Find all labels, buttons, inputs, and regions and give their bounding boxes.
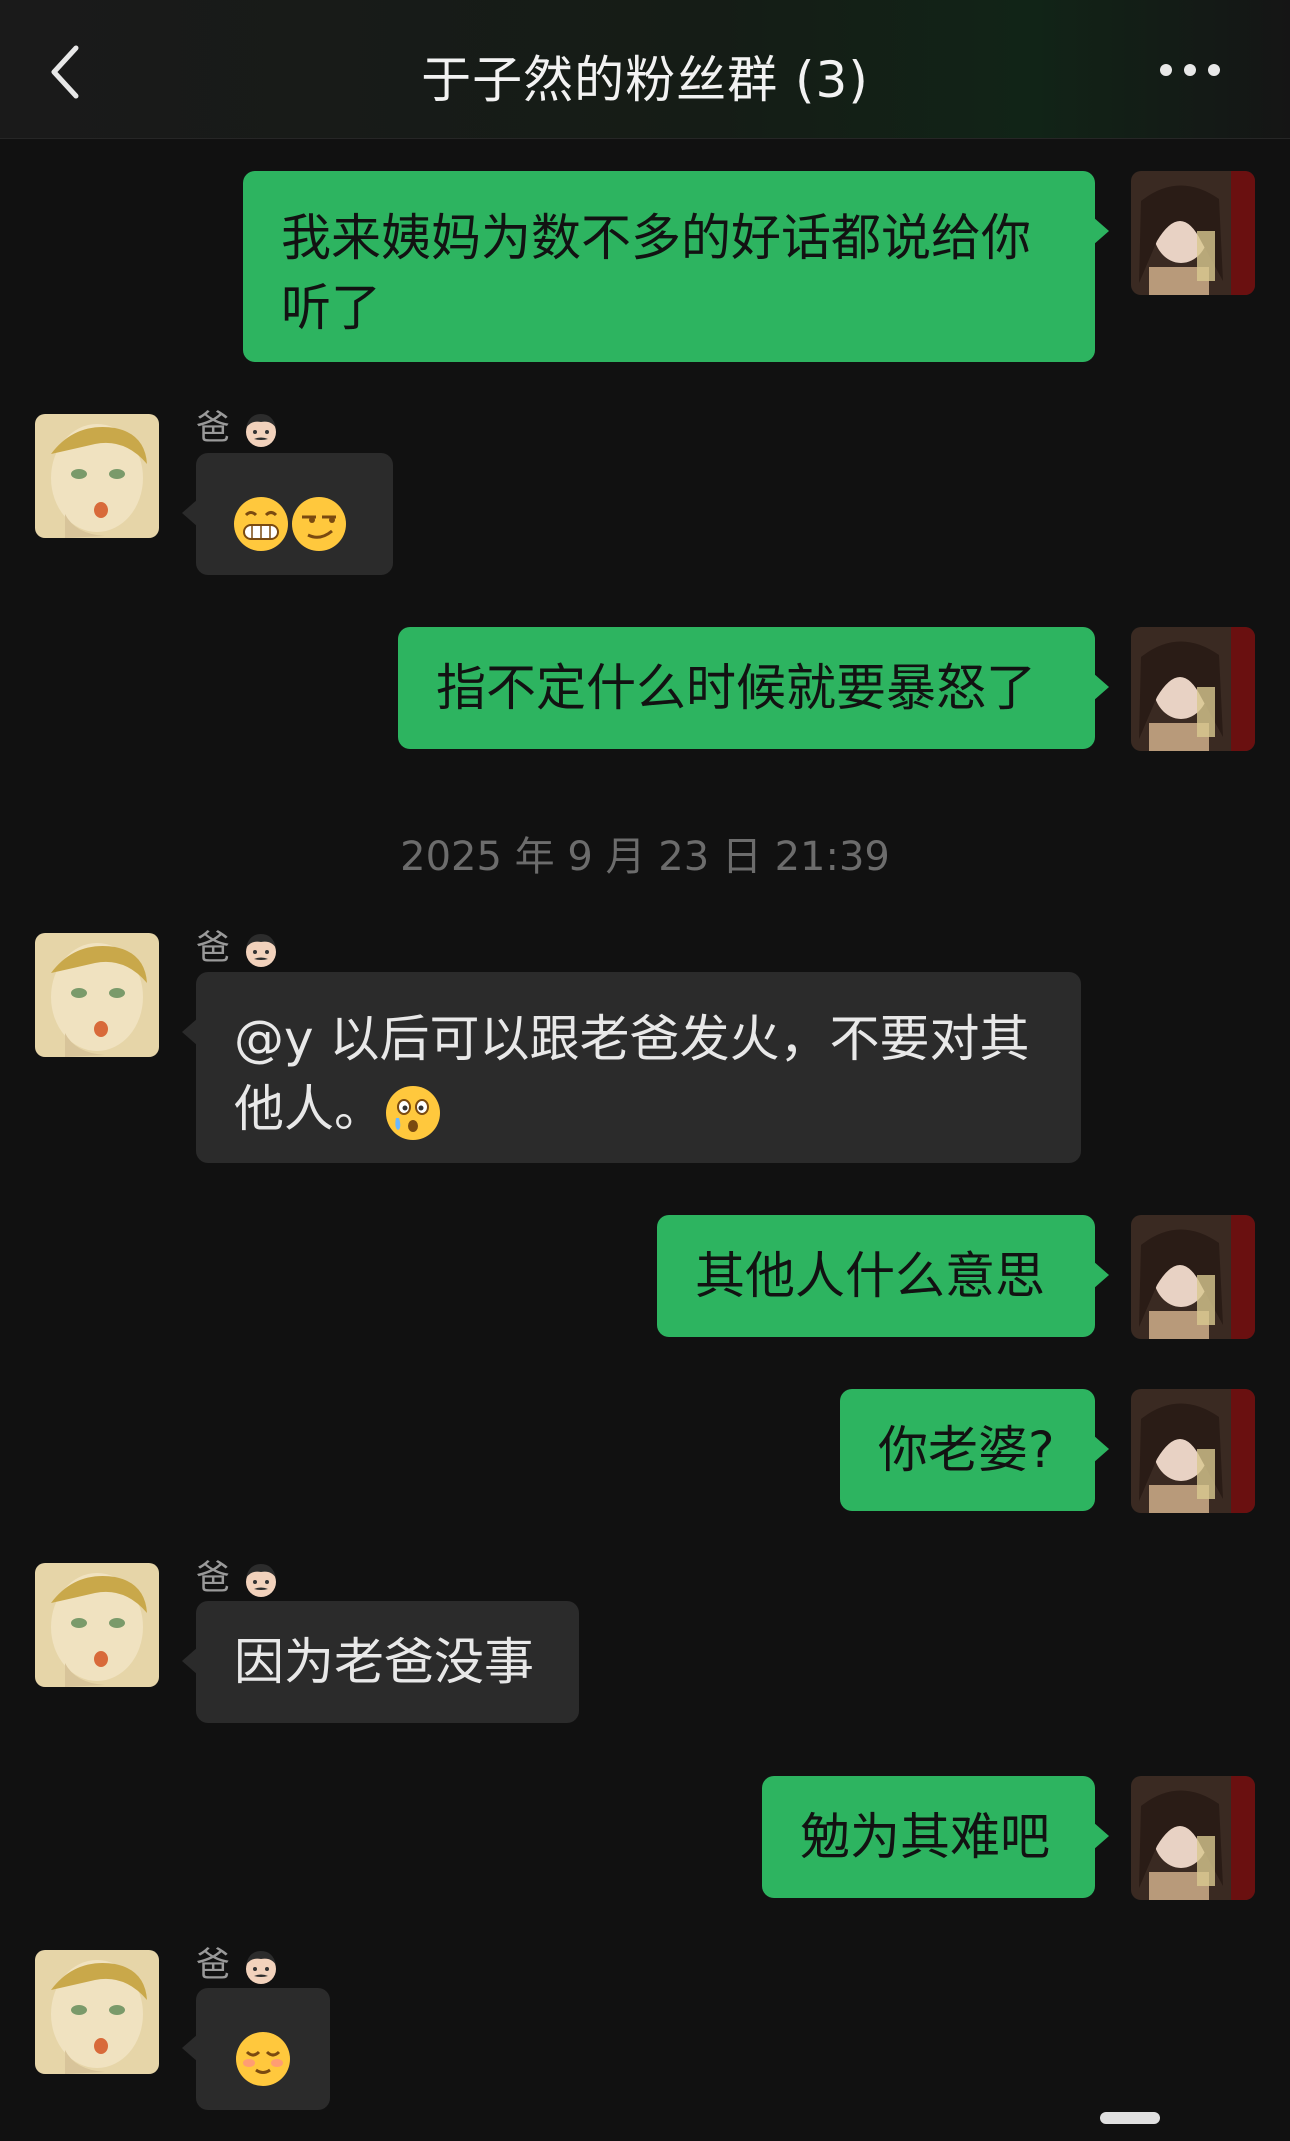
message-bubble-incoming[interactable]: 因为老爸没事 [182,1601,579,1723]
avatar-me[interactable] [1131,171,1255,295]
sender-name: 爸 [196,1937,281,1987]
message-text: 因为老爸没事 [234,1633,534,1691]
timestamp: 2025 年 9 月 23 日 21:39 [400,834,890,880]
avatar-me[interactable] [1131,627,1255,751]
blush-emoji-icon [234,2030,292,2088]
message-bubble-incoming[interactable] [182,1988,330,2110]
message-bubble-incoming[interactable] [182,453,393,575]
message-text: 我来姨妈为数不多的好话都说给你听了 [281,209,1031,337]
home-indicator[interactable] [1100,2112,1160,2124]
message-bubble-outgoing[interactable]: 你老婆? [840,1389,1109,1511]
sender-name: 爸 [196,400,281,450]
avatar-dad[interactable] [35,414,159,538]
surprised-emoji-icon [384,1084,442,1142]
message-text: @y 以后可以跟老爸发火，不要对其他人。 [234,1010,1030,1138]
chat-header: 于子然的粉丝群 (3) [0,0,1290,139]
more-dots-icon [1160,64,1220,76]
grin-emoji-icon [232,495,290,553]
message-bubble-outgoing[interactable]: 指不定什么时候就要暴怒了 [398,627,1109,749]
avatar-me[interactable] [1131,1776,1255,1900]
avatar-me[interactable] [1131,1215,1255,1339]
man-emoji-icon [241,1560,281,1600]
message-text: 指不定什么时候就要暴怒了 [436,659,1036,717]
avatar-dad[interactable] [35,1950,159,2074]
message-bubble-outgoing[interactable]: 其他人什么意思 [657,1215,1109,1337]
man-emoji-icon [241,930,281,970]
message-bubble-outgoing[interactable]: 勉为其难吧 [762,1776,1109,1898]
message-bubble-outgoing[interactable]: 我来姨妈为数不多的好话都说给你听了 [243,171,1109,362]
man-emoji-icon [241,410,281,450]
sender-name: 爸 [196,920,281,970]
avatar-dad[interactable] [35,1563,159,1687]
smirk-emoji-icon [290,495,348,553]
message-text: 勉为其难吧 [800,1808,1050,1866]
avatar-dad[interactable] [35,933,159,1057]
sender-name: 爸 [196,1550,281,1600]
chat-title: 于子然的粉丝群 (3) [421,51,869,109]
message-bubble-incoming[interactable]: @y 以后可以跟老爸发火，不要对其他人。 [182,972,1081,1163]
avatar-me[interactable] [1131,1389,1255,1513]
message-text: 其他人什么意思 [695,1247,1045,1305]
message-text: 你老婆? [878,1421,1055,1479]
more-button[interactable] [1150,50,1230,90]
man-emoji-icon [241,1947,281,1987]
